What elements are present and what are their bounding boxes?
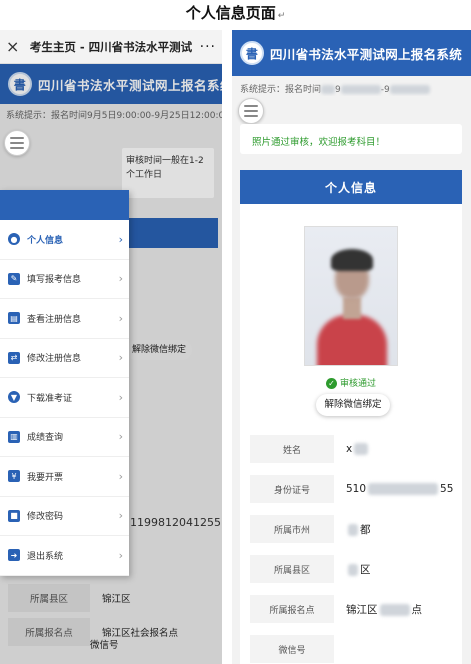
drawer-header [0,190,129,220]
right-phone-screen: 書 四川省书法水平测试网上报名系统 系统提示：报名时间 9 -9 照片通过审核，欢迎… [232,30,471,664]
redaction [321,85,336,94]
info-row-site: 所属报名点 锦江区 点 [250,594,462,624]
notice-prefix: 系统提示：报名时间 [240,85,322,95]
redaction [389,85,430,94]
info-value-end: 55 [440,483,454,495]
menu-item-label: 查看注册信息 [27,314,82,325]
info-row-id-number: 身份证号 510 55 [250,474,462,504]
menu-item-label: 我要开票 [27,472,64,483]
info-key: 身份证号 [250,475,334,503]
menu-item-8[interactable]: ➜ 退出系统 › [0,536,129,576]
info-value-text: 都 [360,523,371,536]
menu-item-1[interactable]: ✎ 填写报考信息 › [0,260,129,299]
download-icon: ▼ [8,391,20,404]
profile-photo [304,226,398,366]
redaction [348,523,358,536]
info-value: 都 [334,522,371,537]
id-card-icon: ▤ [8,312,20,325]
menu-item-6[interactable]: ¥ 我要开票 › [0,457,129,497]
redaction [354,443,369,455]
menu-item-4[interactable]: ▼ 下载准考证 › [0,378,129,418]
info-value: x [334,443,370,455]
document-title-text: 个人信息页面 [185,4,276,22]
info-key: 微信号 [250,635,334,663]
info-row-county: 所属县区 区 [250,554,462,584]
side-drawer-menu: ● 个人信息 › ✎ 填写报考信息 › ▤ 查看注册信息 › ⇄ 修改注册信息 › ▼ 下载准考证 › ▥ 成绩… [0,190,129,576]
chevron-right-icon: › [118,509,123,523]
lock-icon: ■ [8,509,20,522]
menu-item-2[interactable]: ▤ 查看注册信息 › [0,299,129,339]
menu-item-label: 成绩查询 [27,433,64,444]
menu-item-label: 修改密码 [27,512,64,523]
chevron-right-icon: › [118,390,123,404]
menu-item-label: 修改注册信息 [27,354,82,365]
info-value-text: 区 [360,563,371,576]
menu-toggle-icon[interactable] [4,130,30,156]
paragraph-mark: ↵ [277,11,286,21]
chevron-right-icon: › [118,232,123,246]
unbind-wechat-button[interactable]: 解除微信绑定 [316,394,390,416]
invoice-icon: ¥ [8,470,20,483]
close-icon[interactable]: × [6,37,26,56]
info-key: 所属市州 [250,515,334,543]
info-value: 锦江区 点 [334,602,422,617]
logo-icon: 書 [240,41,264,65]
logout-icon: ➜ [8,549,20,562]
score-icon: ▥ [8,430,20,443]
info-row-wechat: 微信号 [250,634,462,664]
site-title: 四川省书法水平测试网上报名系统 [270,46,463,62]
info-value-text: x [346,443,353,455]
info-value-start: 锦江区 [346,603,378,616]
personal-info-card: 个人信息 ✓ 审核通过 解除微信绑定 姓名 x 身份证号 510 55 所属市州 都… [240,170,462,664]
info-value-end: 点 [411,603,423,616]
menu-item-7[interactable]: ■ 修改密码 › [0,497,129,536]
approval-status: ✓ 审核通过 [240,376,462,389]
redaction [379,603,410,616]
notice-end: -9 [380,85,390,95]
system-notice: 系统提示：报名时间 9 -9 [232,76,471,96]
chevron-right-icon: › [118,272,123,286]
document-title: 个人信息页面 ↵ [0,2,471,24]
swap-icon: ⇄ [8,351,20,364]
chevron-right-icon: › [118,311,123,325]
browser-title: 考生主页 - 四川省书法水平测试 [29,39,193,54]
browser-topbar: × 考生主页 - 四川省书法水平测试 ··· [0,30,222,64]
menu-item-label: 个人信息 [27,235,64,246]
info-row-name: 姓名 x [250,434,462,464]
info-value: 510 55 [334,483,453,495]
edit-icon: ✎ [8,272,20,285]
menu-item-0[interactable]: ● 个人信息 › [0,220,129,260]
menu-item-label: 退出系统 [27,551,64,562]
redaction [368,483,439,495]
menu-item-5[interactable]: ▥ 成绩查询 › [0,418,129,457]
info-value: 区 [334,562,371,577]
left-phone-screen: × 考生主页 - 四川省书法水平测试 ··· 書 四川省书法水平测试网上报名系统… [0,30,222,664]
menu-item-label: 填写报考信息 [27,275,82,286]
chevron-right-icon: › [118,351,123,365]
user-icon: ● [8,233,20,246]
redaction [340,85,381,94]
check-circle-icon: ✓ [325,378,337,389]
menu-item-3[interactable]: ⇄ 修改注册信息 › [0,339,129,378]
more-icon[interactable]: ··· [196,39,216,55]
info-key: 姓名 [250,435,334,463]
menu-toggle-icon[interactable] [238,98,264,124]
info-row-city: 所属市州 都 [250,514,462,544]
info-key: 所属报名点 [250,595,334,623]
card-title: 个人信息 [240,170,462,204]
approval-message: 照片通过审核，欢迎报考科目！ [240,124,462,154]
notice-mid: 9 [335,85,341,95]
info-value-start: 510 [346,483,367,495]
menu-item-label: 下载准考证 [27,393,73,404]
site-banner: 書 四川省书法水平测试网上报名系统 [232,30,471,76]
chevron-right-icon: › [118,469,123,483]
info-key: 所属县区 [250,555,334,583]
redaction [348,563,358,576]
chevron-right-icon: › [118,548,123,562]
approval-status-text: 审核通过 [339,379,376,389]
chevron-right-icon: › [118,430,123,444]
